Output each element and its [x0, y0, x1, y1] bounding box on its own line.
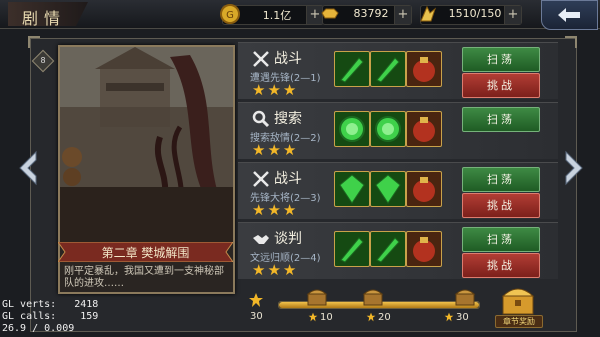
- green-blade-item-icon: [376, 237, 400, 263]
- reward-slot[interactable]: [334, 171, 370, 207]
- stage-stars: ★★★: [252, 141, 299, 159]
- add-stamina-button[interactable]: +: [504, 6, 521, 24]
- coin-value: 1.1亿: [262, 9, 292, 22]
- frame-corner: [28, 36, 40, 48]
- gold-counter: 83792 +: [321, 5, 412, 25]
- reward-slot[interactable]: [334, 231, 370, 267]
- star-icon: [249, 293, 263, 307]
- stage-stars: ★★★: [252, 201, 299, 219]
- coin-counter: G 1.1亿 +: [220, 4, 324, 25]
- star-icon: [366, 312, 376, 322]
- gl-verts: GL verts: 2418: [2, 299, 99, 310]
- fps-readout: 26.9 / 0.009: [2, 323, 75, 334]
- sweep-button[interactable]: 扫荡: [462, 167, 540, 192]
- reward-slot[interactable]: [406, 231, 442, 267]
- reward-slot[interactable]: [406, 51, 442, 87]
- reward-slot[interactable]: [370, 111, 406, 147]
- challenge-button[interactable]: 挑战: [462, 253, 540, 278]
- treasure-chest-icon[interactable]: [306, 288, 328, 306]
- gold-ingot-icon: [321, 8, 339, 19]
- sweep-button[interactable]: 扫荡: [462, 107, 540, 132]
- back-arrow-icon: [558, 8, 580, 22]
- chapter-reward-button[interactable]: 章节奖励: [495, 286, 543, 328]
- milestone-label: 30: [456, 312, 469, 323]
- coin-icon: G: [220, 4, 240, 24]
- red-pouch-item-icon: [413, 117, 435, 142]
- page-title: 剧情: [22, 9, 67, 28]
- stage-row[interactable]: 战斗 遭遇先锋(2—1) ★★★ 扫荡 挑战: [238, 42, 558, 99]
- next-chapter-arrow-icon[interactable]: [560, 148, 588, 188]
- stage-type: 战斗: [274, 171, 302, 187]
- sweep-button[interactable]: 扫荡: [462, 47, 540, 72]
- reward-slot[interactable]: [370, 231, 406, 267]
- reward-slot[interactable]: [370, 51, 406, 87]
- reward-slot[interactable]: [406, 111, 442, 147]
- stage-stars: ★★★: [252, 81, 299, 99]
- challenge-button[interactable]: 挑战: [462, 193, 540, 218]
- star-icon: [444, 312, 454, 322]
- sweep-button[interactable]: 扫荡: [462, 227, 540, 252]
- stage-row[interactable]: 战斗 先锋大将(2—3) ★★★ 扫荡 挑战: [238, 162, 558, 219]
- red-pouch-item-icon: [413, 57, 435, 82]
- svg-text:G: G: [226, 10, 234, 21]
- top-bar: 剧情 G 1.1亿 + 83792 + 1510/150 +: [0, 0, 600, 30]
- handshake-icon: [253, 235, 269, 244]
- chapter-title: 第二章 樊城解围: [101, 246, 190, 260]
- crossed-swords-icon: [253, 51, 269, 67]
- magnifier-icon: [252, 110, 270, 128]
- stage-type: 谈判: [274, 231, 302, 247]
- milestone-label: 10: [320, 312, 333, 323]
- reward-slot[interactable]: [370, 171, 406, 207]
- milestone-label: 20: [378, 312, 391, 323]
- reward-slot[interactable]: [334, 51, 370, 87]
- prev-chapter-arrow-icon[interactable]: [14, 148, 42, 188]
- stage-type: 搜索: [274, 111, 302, 127]
- reward-slot[interactable]: [334, 111, 370, 147]
- red-pouch-item-icon: [413, 237, 435, 262]
- treasure-chest-icon[interactable]: [362, 288, 384, 306]
- battle-scene-illustration: [60, 47, 233, 244]
- page-title-plate: 剧情: [8, 2, 88, 26]
- gold-value: 83792: [353, 7, 389, 20]
- stamina-value: 1510/150: [448, 7, 502, 20]
- challenge-button[interactable]: 挑战: [462, 73, 540, 98]
- add-gold-button[interactable]: +: [394, 6, 411, 24]
- chapter-reward-label: 章节奖励: [495, 315, 543, 328]
- green-gem-item-icon: [375, 174, 401, 204]
- back-button[interactable]: [541, 0, 598, 30]
- stamina-counter: 1510/150 +: [420, 5, 522, 25]
- stage-stars: ★★★: [252, 261, 299, 279]
- green-orb-item-icon: [339, 116, 365, 142]
- stage-type: 战斗: [274, 51, 302, 67]
- stage-row[interactable]: 谈判 文远归顺(2—4) ★★★ 扫荡 挑战: [238, 222, 558, 279]
- crossed-swords-icon: [253, 171, 269, 187]
- green-gem-item-icon: [339, 174, 365, 204]
- green-blade-item-icon: [340, 237, 364, 263]
- stamina-icon: [420, 5, 437, 22]
- gl-calls: GL calls: 159: [2, 311, 99, 322]
- stage-row[interactable]: 搜索 搜索敌情(2—2) ★★★ 扫荡: [238, 102, 558, 159]
- reward-slot[interactable]: [406, 171, 442, 207]
- chapter-illustration: [60, 47, 233, 244]
- frame-corner: [565, 36, 577, 48]
- treasure-chest-icon[interactable]: [454, 288, 476, 306]
- chapter-description: 刚平定暴乱，我国又遭到一支神秘部队的进攻……: [64, 266, 224, 289]
- golden-chest-icon: [501, 288, 535, 315]
- star-icon: [308, 312, 318, 322]
- star-count: 30: [250, 311, 263, 322]
- stage-list[interactable]: 战斗 遭遇先锋(2—1) ★★★ 扫荡 挑战 搜索 搜索敌情(2—2) ★★★ …: [238, 42, 560, 280]
- gl-debug-overlay: GL verts: 2418 GL calls: 159 26.9 / 0.009: [2, 299, 98, 335]
- green-blade-item-icon: [376, 57, 400, 83]
- red-pouch-item-icon: [413, 177, 435, 202]
- green-orb-item-icon: [375, 116, 401, 142]
- green-blade-item-icon: [340, 57, 364, 83]
